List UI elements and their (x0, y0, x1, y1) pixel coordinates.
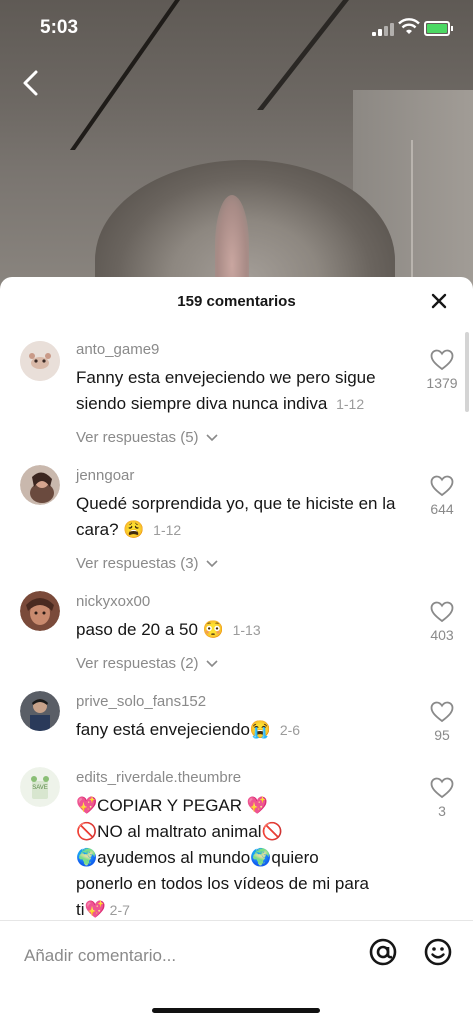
comment-text: 💖COPIAR Y PEGAR 💖 🚫NO al maltrato animal… (76, 793, 416, 923)
comment-username[interactable]: anto_game9 (76, 341, 159, 358)
comment-username[interactable]: nickyxox00 (76, 593, 150, 610)
like-count: 3 (438, 803, 446, 819)
avatar[interactable] (20, 341, 60, 381)
comment-line: 🚫NO al maltrato animal🚫 (76, 822, 283, 841)
emoji-icon[interactable] (423, 937, 453, 967)
close-icon[interactable] (427, 289, 451, 313)
chevron-down-icon (206, 660, 218, 668)
comment-date: 2-7 (109, 902, 130, 918)
battery-icon (424, 21, 453, 36)
heart-icon[interactable] (430, 349, 454, 371)
comment-text: Quedé sorprendida yo, que te hiciste en … (76, 491, 406, 543)
comment-date: 1-12 (336, 396, 365, 412)
like-button[interactable]: 3 (420, 777, 464, 819)
comment-line: 💖COPIAR Y PEGAR 💖 (76, 796, 268, 815)
comment-body: Fanny esta envejeciendo we pero sigue si… (76, 368, 376, 413)
signal-icon (372, 22, 394, 36)
at-icon[interactable] (368, 937, 398, 967)
like-count: 95 (434, 727, 450, 743)
comment-body: Quedé sorprendida yo, que te hiciste en … (76, 494, 396, 539)
comment-username[interactable]: prive_solo_fans152 (76, 693, 206, 710)
like-count: 1379 (426, 375, 458, 391)
add-comment-input[interactable] (22, 942, 346, 970)
like-button[interactable]: 403 (420, 601, 464, 643)
wifi-icon (398, 18, 420, 34)
comment-username[interactable]: jenngoar (76, 467, 134, 484)
heart-icon[interactable] (430, 475, 454, 497)
view-replies-label: Ver respuestas (3) (76, 555, 199, 572)
heart-icon[interactable] (430, 701, 454, 723)
comment-date: 2-6 (279, 722, 301, 738)
comment-text: paso de 20 a 50 😳 1-13 (76, 617, 406, 643)
comment-text: fany está envejeciendo😭 2-6 (76, 717, 406, 743)
hair-part (215, 195, 249, 290)
avatar[interactable] (20, 591, 60, 631)
comment-body: paso de 20 a 50 😳 (76, 620, 224, 639)
view-replies-label: Ver respuestas (5) (76, 429, 199, 446)
comment-username[interactable]: edits_riverdale.theumbre (76, 769, 241, 786)
avatar[interactable]: SAVE (20, 767, 60, 807)
like-count: 644 (430, 501, 454, 517)
scrollbar[interactable] (465, 332, 469, 412)
like-button[interactable]: 95 (420, 701, 464, 743)
chevron-down-icon (206, 434, 218, 442)
svg-text:SAVE: SAVE (32, 785, 48, 791)
sheet-header: 159 comentarios (0, 277, 473, 325)
comment-date: 1-13 (232, 622, 261, 638)
back-arrow-icon[interactable] (18, 68, 44, 98)
heart-icon[interactable] (430, 601, 454, 623)
status-bar: 5:03 (0, 0, 473, 56)
avatar[interactable] (20, 691, 60, 731)
status-time: 5:03 (40, 17, 79, 38)
view-replies-button[interactable]: Ver respuestas (5) (76, 429, 218, 446)
wall-panel-line (411, 140, 413, 290)
like-count: 403 (430, 627, 454, 643)
view-replies-button[interactable]: Ver respuestas (2) (76, 655, 218, 672)
view-replies-label: Ver respuestas (2) (76, 655, 199, 672)
comments-count-title: 159 comentarios (177, 293, 296, 310)
like-button[interactable]: 644 (420, 475, 464, 517)
like-button[interactable]: 1379 (420, 349, 464, 391)
chevron-down-icon (206, 560, 218, 568)
comment-line: ti💖 (76, 900, 106, 919)
comment-line: 🌍ayudemos al mundo🌍quiero (76, 848, 319, 867)
comments-sheet: 159 comentarios anto_game9 Fanny esta en… (0, 277, 473, 1024)
comment-line: ponerlo en todos los vídeos de mi para (76, 874, 369, 893)
comment-input-bar (0, 920, 473, 1025)
heart-icon[interactable] (430, 777, 454, 799)
comment-text: Fanny esta envejeciendo we pero sigue si… (76, 365, 406, 417)
home-indicator[interactable] (152, 1008, 320, 1013)
avatar[interactable] (20, 465, 60, 505)
comment-date: 1-12 (153, 522, 182, 538)
view-replies-button[interactable]: Ver respuestas (3) (76, 555, 218, 572)
comment-body: fany está envejeciendo😭 (76, 720, 272, 739)
